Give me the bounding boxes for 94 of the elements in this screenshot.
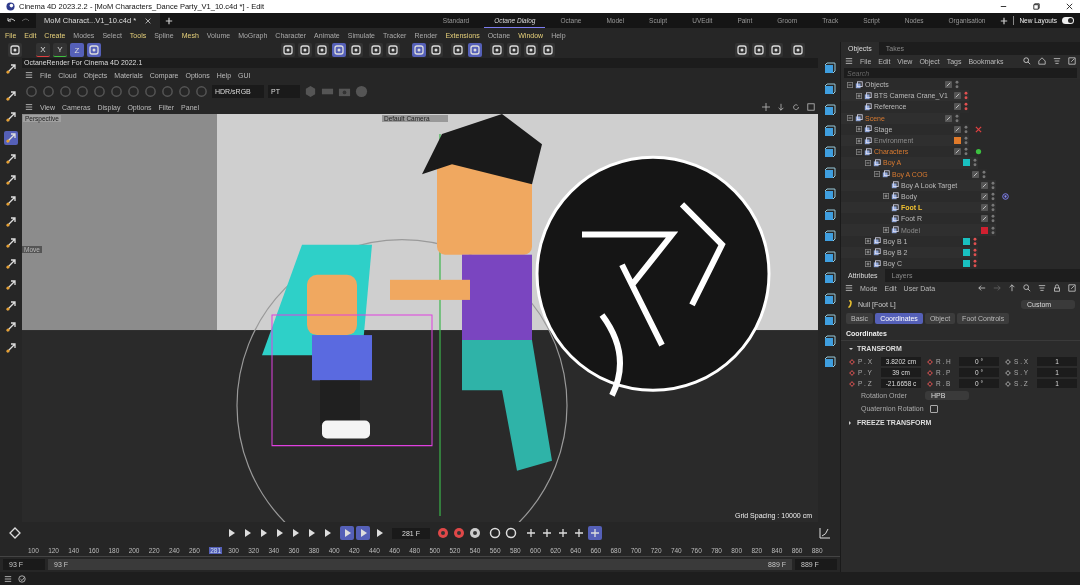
null-object-icon — [891, 192, 899, 201]
visibility-dots-icon[interactable] — [973, 158, 977, 168]
expand-icon[interactable] — [883, 193, 889, 200]
edit-icon — [945, 114, 952, 122]
visibility-dots-icon[interactable] — [991, 214, 995, 224]
axis-lock-button[interactable]: Z — [70, 43, 84, 57]
edit-icon — [954, 103, 961, 111]
playback-button[interactable] — [340, 526, 354, 540]
visibility-dots-icon[interactable] — [964, 124, 968, 134]
expand-icon[interactable] — [847, 115, 853, 122]
key-option-button[interactable] — [540, 526, 554, 540]
edit-icon — [981, 192, 988, 200]
menu-icon[interactable] — [4, 574, 12, 583]
null-object-icon — [891, 226, 899, 235]
filter-icon[interactable] — [1038, 284, 1046, 293]
expand-icon[interactable] — [847, 81, 853, 88]
edit-icon — [954, 125, 961, 133]
visibility-dots-icon[interactable] — [991, 191, 995, 201]
axis-lock-button[interactable]: X — [36, 43, 50, 57]
expand-icon[interactable] — [856, 126, 862, 133]
edit-icon — [981, 204, 988, 212]
visibility-dots-icon[interactable] — [991, 180, 995, 190]
null-object-icon — [855, 80, 863, 89]
filter-icon[interactable] — [1053, 57, 1061, 65]
visibility-dots-icon[interactable] — [964, 91, 968, 101]
window-icon[interactable] — [807, 103, 815, 111]
expand-icon[interactable] — [865, 260, 871, 267]
null-object-icon — [864, 125, 872, 134]
visibility-dots-icon[interactable] — [964, 147, 968, 157]
new-window-icon[interactable] — [1068, 57, 1076, 65]
add-icon[interactable] — [165, 16, 174, 25]
foot-icon — [846, 300, 854, 309]
menu-icon[interactable] — [25, 71, 33, 79]
check-circle-icon — [18, 574, 26, 583]
new-window-icon[interactable] — [1068, 284, 1076, 293]
visibility-dots-icon[interactable] — [964, 102, 968, 112]
playback-button[interactable] — [356, 526, 370, 540]
checkbox[interactable] — [929, 404, 938, 413]
close-icon[interactable] — [1065, 2, 1074, 11]
axis-lock-button[interactable]: Y — [53, 43, 67, 57]
key-button[interactable] — [504, 526, 518, 540]
edit-icon — [981, 215, 988, 223]
up-arrow-icon[interactable] — [1008, 284, 1016, 293]
menu-icon[interactable] — [845, 284, 853, 293]
edit-icon — [972, 170, 979, 178]
tag-cross-icon[interactable] — [975, 125, 982, 133]
key-option-button[interactable] — [588, 526, 602, 540]
add-icon[interactable] — [1000, 16, 1009, 25]
null-object-icon — [864, 147, 872, 156]
null-object-icon — [891, 181, 899, 190]
tag-dot-icon[interactable] — [975, 148, 982, 156]
menu-icon[interactable] — [25, 103, 33, 111]
visibility-dots-icon[interactable] — [991, 203, 995, 213]
null-object-icon — [864, 102, 872, 111]
expand-icon[interactable] — [856, 148, 862, 155]
key-option-button[interactable] — [524, 526, 538, 540]
visibility-dots-icon[interactable] — [982, 169, 986, 179]
null-object-icon — [873, 248, 881, 257]
expand-icon[interactable] — [856, 92, 862, 99]
visibility-dots-icon[interactable] — [973, 236, 977, 246]
restore-icon[interactable] — [1032, 2, 1041, 11]
null-object-icon — [891, 214, 899, 223]
new-layouts-toggle[interactable] — [1062, 17, 1074, 24]
null-object-icon — [882, 170, 890, 179]
down-arrow-icon[interactable] — [777, 103, 785, 111]
null-object-icon — [864, 136, 872, 145]
visibility-dots-icon[interactable] — [973, 259, 977, 269]
expand-icon[interactable] — [865, 238, 871, 245]
tag-target-icon[interactable] — [1002, 192, 1009, 200]
home-icon[interactable] — [1038, 57, 1046, 65]
null-object-icon — [855, 114, 863, 123]
graph-icon[interactable] — [818, 526, 832, 540]
close-icon[interactable] — [144, 16, 153, 25]
expand-icon[interactable] — [874, 171, 880, 178]
visibility-dots-icon[interactable] — [955, 113, 959, 123]
visibility-dots-icon[interactable] — [955, 80, 959, 90]
edit-icon — [945, 81, 952, 89]
expand-icon[interactable] — [865, 159, 871, 166]
null-object-icon — [873, 158, 881, 167]
key-button[interactable] — [488, 526, 502, 540]
back-arrow-icon[interactable] — [978, 284, 986, 293]
null-object-icon — [864, 91, 872, 100]
null-object-icon — [891, 203, 899, 212]
null-object-icon — [873, 237, 881, 246]
visibility-dots-icon[interactable] — [973, 247, 977, 257]
menu-icon[interactable] — [845, 57, 853, 65]
expand-icon[interactable] — [865, 249, 871, 256]
record-button[interactable] — [468, 526, 482, 540]
edit-icon — [981, 181, 988, 189]
key-option-button[interactable] — [572, 526, 586, 540]
null-object-icon — [873, 259, 881, 268]
key-option-button[interactable] — [556, 526, 570, 540]
edit-icon — [954, 148, 961, 156]
edit-icon — [954, 92, 961, 100]
